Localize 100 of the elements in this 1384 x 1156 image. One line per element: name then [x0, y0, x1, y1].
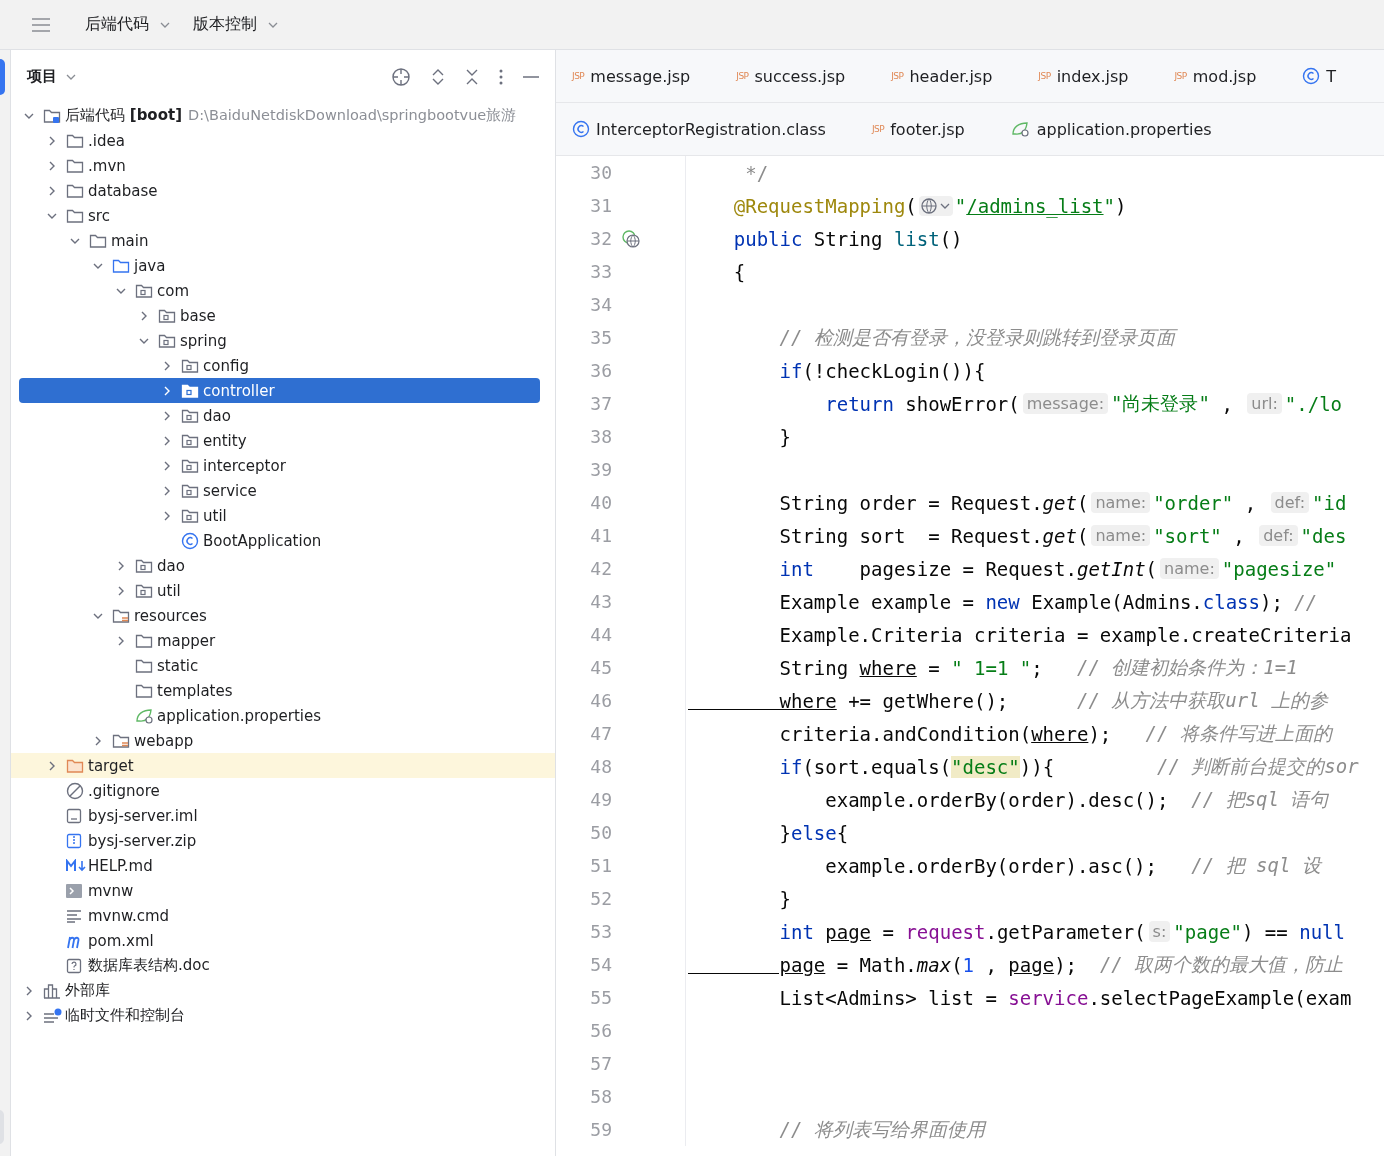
tree-item[interactable]: interceptor	[19, 453, 540, 478]
tree-item[interactable]: .idea	[19, 128, 540, 153]
folder-icon	[135, 682, 153, 699]
editor-tab[interactable]: T	[1286, 50, 1367, 102]
line-number: 57	[589, 1053, 612, 1074]
tree-item[interactable]: 临时文件和控制台	[19, 1003, 540, 1028]
folder-icon	[89, 232, 107, 249]
markdown-icon	[66, 858, 88, 873]
code-line: @RequestMapping( "/admins_list")	[732, 194, 1127, 217]
scratch-file-icon	[43, 1007, 63, 1024]
globe-icon[interactable]	[918, 195, 953, 216]
tree-item[interactable]: com	[19, 278, 540, 303]
tree-item[interactable]: 数据库表结构.doc	[19, 953, 540, 978]
folder-icon	[135, 657, 153, 674]
editor-tab[interactable]: JSP header.jsp	[875, 50, 1023, 102]
folder-icon	[66, 157, 84, 174]
chevron-down-icon	[267, 20, 279, 29]
editor-tab[interactable]: application.properties	[994, 103, 1242, 155]
line-number: 48	[589, 756, 612, 777]
file-type-label: JSP	[736, 71, 749, 81]
code-line: public String list()	[732, 227, 963, 250]
project-dropdown[interactable]: 后端代码	[85, 10, 171, 39]
tree-item[interactable]: BootApplication	[19, 528, 540, 553]
globe-icon[interactable]	[621, 228, 641, 249]
text-file-icon	[66, 908, 82, 923]
file-type-label: JSP	[572, 71, 585, 81]
panel-title-dropdown[interactable]: 项目	[27, 67, 77, 86]
line-number: 34	[589, 294, 612, 315]
tree-item[interactable]: dao	[19, 553, 540, 578]
editor-tab[interactable]: JSP footer.jsp	[855, 103, 995, 155]
tree-item[interactable]: bysj-server.iml	[19, 803, 540, 828]
line-number: 56	[589, 1020, 612, 1041]
tree-item[interactable]: resources	[19, 603, 540, 628]
package-icon	[181, 482, 199, 499]
tree-item[interactable]: java	[19, 253, 540, 278]
tree-item[interactable]: mapper	[19, 628, 540, 653]
more-icon[interactable]	[499, 68, 503, 85]
line-number: 30	[589, 162, 612, 183]
code-line: example.orderBy(order).asc(); // 把 sql 设	[824, 852, 1321, 879]
editor-tab[interactable]: InterceptorRegistration.class	[556, 103, 856, 155]
code-line: }else{	[778, 821, 849, 844]
package-icon	[181, 357, 199, 374]
editor-tab[interactable]: JSP mod.jsp	[1158, 50, 1287, 102]
tree-item[interactable]: dao	[19, 403, 540, 428]
editor-tab[interactable]: JSP index.jsp	[1022, 50, 1159, 102]
tree-item[interactable]: templates	[19, 678, 540, 703]
line-number: 42	[589, 558, 612, 579]
code-line: */	[744, 161, 769, 184]
tree-item[interactable]: 后端代码 [boot]	[19, 103, 188, 128]
folder-icon	[112, 257, 130, 274]
tree-item[interactable]: controller	[19, 378, 540, 403]
tree-item[interactable]: database	[19, 178, 540, 203]
folder-icon	[66, 757, 84, 774]
tree-item[interactable]: service	[19, 478, 540, 503]
tree-item[interactable]: webapp	[19, 728, 540, 753]
code-line: if(!checkLogin()){	[778, 359, 986, 382]
tree-item[interactable]: util	[19, 503, 540, 528]
tree-item[interactable]: entity	[19, 428, 540, 453]
locate-icon[interactable]	[391, 66, 411, 87]
project-path: D:\BaiduNetdiskDownload\springbootvue旅游	[188, 106, 517, 125]
tree-item[interactable]: 外部库	[19, 978, 540, 1003]
file-type-label: JSP	[1038, 71, 1051, 81]
folder-icon	[66, 207, 84, 224]
tree-item[interactable]: static	[19, 653, 540, 678]
line-number: 58	[589, 1086, 612, 1107]
folder-icon	[43, 107, 61, 124]
tree-item[interactable]: HELP.md	[19, 853, 540, 878]
collapse-all-icon[interactable]	[465, 67, 479, 86]
line-number: 52	[589, 888, 612, 909]
tree-item[interactable]: config	[19, 353, 540, 378]
tree-item[interactable]: main	[19, 228, 540, 253]
code-line: Example.Criteria criteria = example.createCriteria	[778, 623, 1352, 646]
tree-item[interactable]: util	[19, 578, 540, 603]
folder-icon	[112, 607, 130, 624]
tree-item[interactable]: mvnw.cmd	[19, 903, 540, 928]
unknown-file-icon	[66, 957, 82, 974]
folder-icon	[66, 182, 84, 199]
package-icon	[181, 432, 199, 449]
tree-item[interactable]: bysj-server.zip	[19, 828, 540, 853]
project-dropdown[interactable]: 版本控制	[193, 10, 279, 39]
tree-item[interactable]: spring	[19, 328, 540, 353]
line-number: 53	[589, 921, 612, 942]
tree-item[interactable]: base	[19, 303, 540, 328]
editor-tab[interactable]: JSP message.jsp	[556, 50, 721, 102]
code-line: String where = " 1=1 "; // 创建初始条件为：1=1	[778, 654, 1298, 681]
class-icon	[572, 120, 590, 138]
code-line: String sort = Request.get( name: "sort" , def: "des	[778, 524, 1347, 547]
line-number: 39	[589, 459, 612, 480]
tree-item[interactable]: .mvn	[19, 153, 540, 178]
package-icon	[158, 307, 176, 324]
tree-item[interactable]: application.properties	[19, 703, 540, 728]
tree-item[interactable]: mvnw	[19, 878, 540, 903]
tree-item[interactable]: pom.xml	[19, 928, 540, 953]
minimize-icon[interactable]	[523, 74, 539, 79]
editor-tab[interactable]: JSP success.jsp	[720, 50, 876, 102]
tree-item[interactable]: src	[19, 203, 540, 228]
package-icon	[158, 332, 176, 349]
code-line: page = Math.max(1 , page); // 取两个数的最大值，防止	[778, 951, 1344, 978]
tree-item[interactable]: .gitignore	[19, 778, 540, 803]
expand-all-icon[interactable]	[431, 67, 445, 86]
